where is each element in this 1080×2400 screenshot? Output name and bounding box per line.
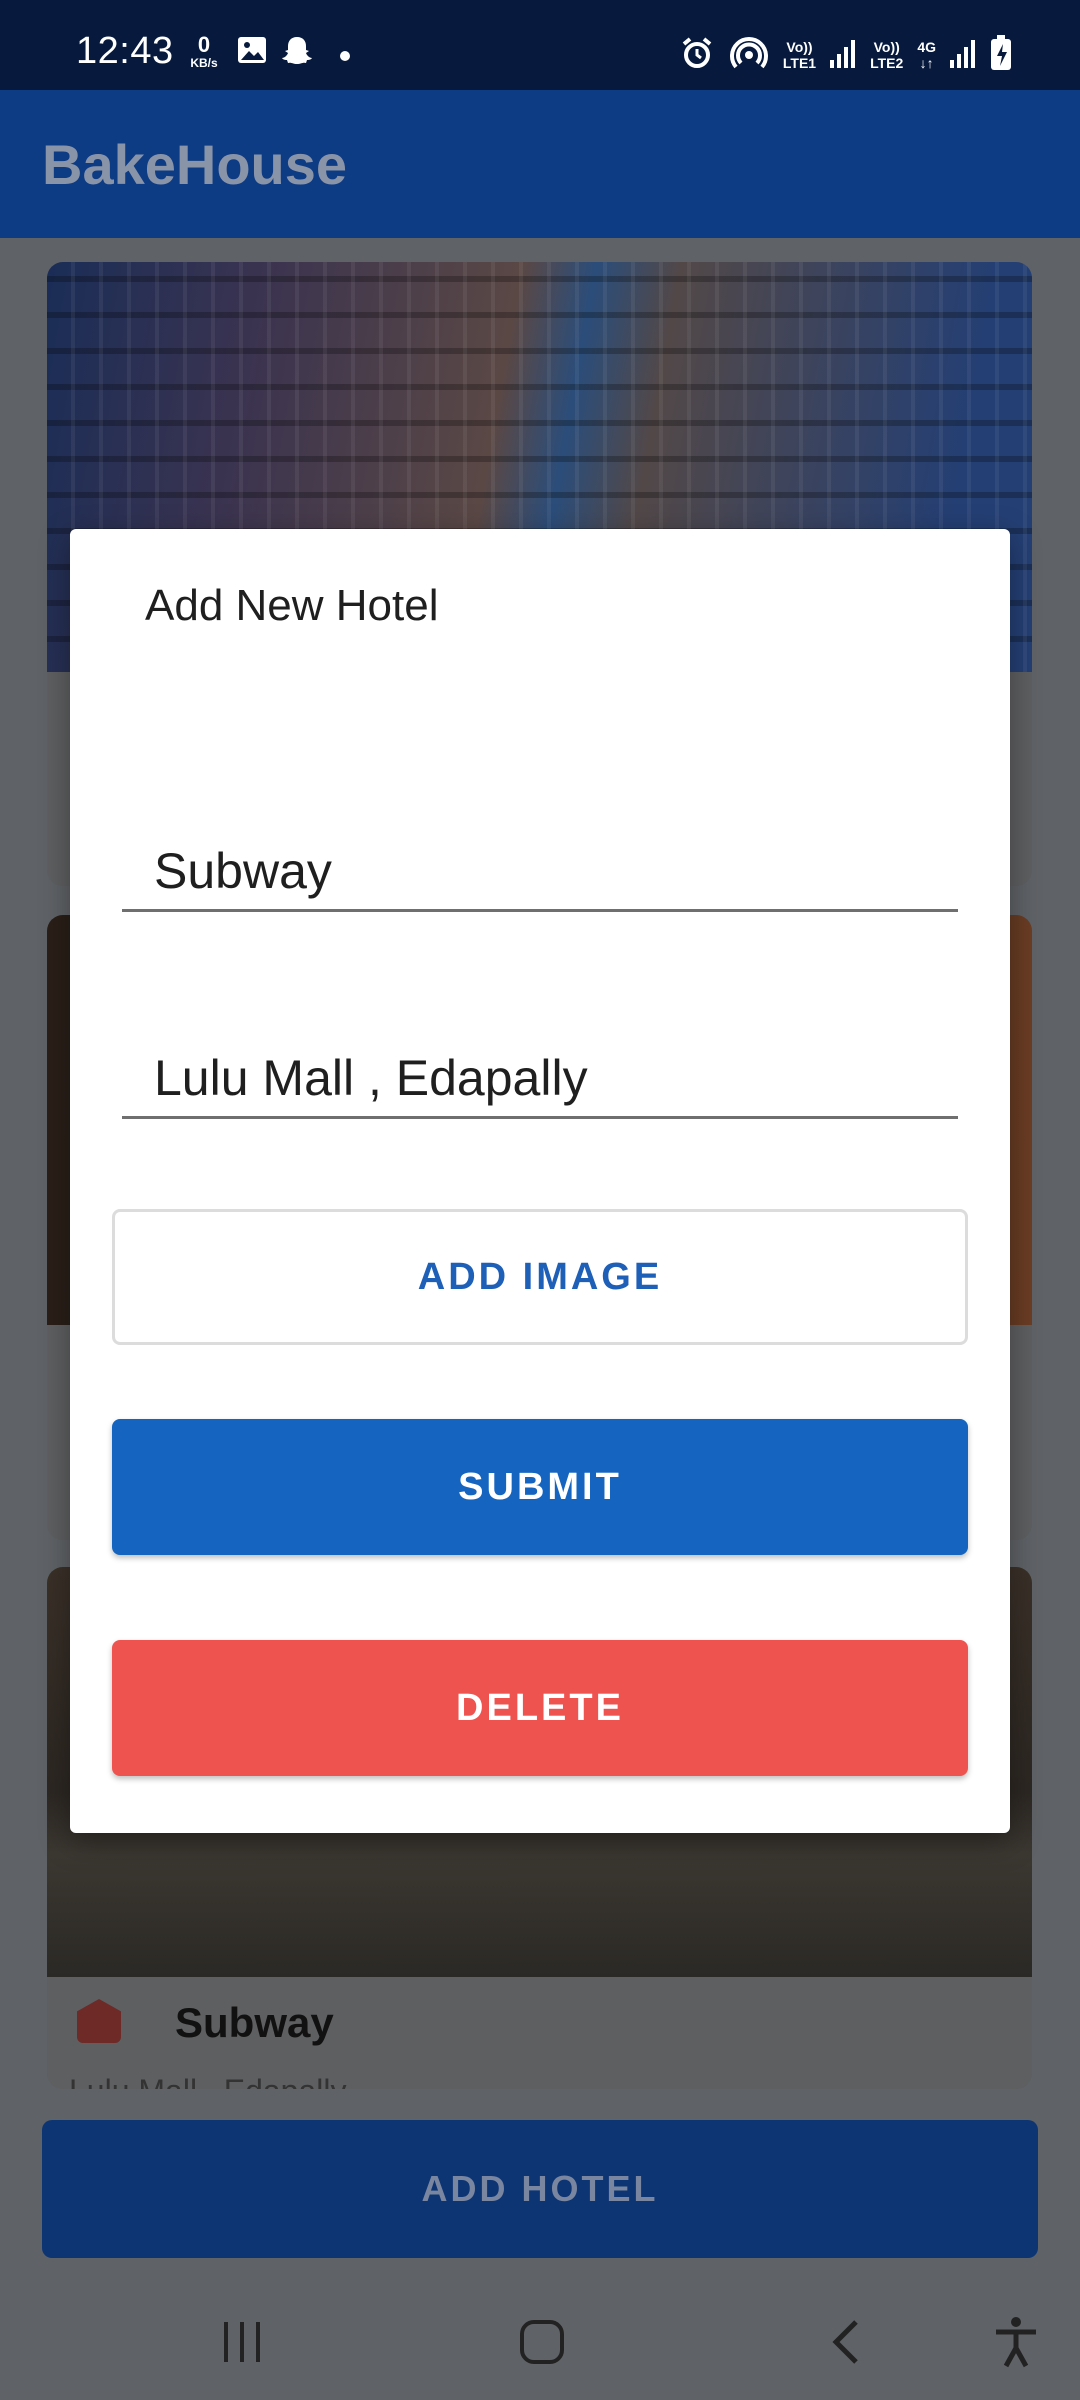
volte2-label: Vo)) [873,39,900,55]
hotel-card-title: Subway [175,1999,334,2046]
status-right-icons: Vo)) LTE1 Vo)) LTE2 4G ↓↑ [679,30,1012,80]
hotspot-icon [729,33,769,78]
hotel-name-input[interactable] [122,812,958,909]
sim1-label: Vo)) LTE1 [783,39,816,71]
lte1-label: LTE1 [782,55,817,71]
network-type: 4G ↓↑ [917,39,936,71]
add-image-button[interactable]: ADD IMAGE [112,1209,968,1345]
accessibility-icon[interactable] [986,2312,1046,2372]
sim2-label: Vo)) LTE2 [870,39,903,71]
delete-button[interactable]: DELETE [112,1640,968,1776]
add-hotel-dialog: Add New Hotel [70,529,1010,1833]
hotel-card-location: Lulu Mall , Edapally [69,2073,346,2089]
gallery-icon [236,34,268,71]
volte1-label: Vo)) [786,39,813,55]
submit-button[interactable]: SUBMIT [112,1419,968,1555]
hotel-location-input[interactable] [122,1019,958,1116]
network-type-label: 4G [917,39,936,55]
notification-dot-icon [340,48,350,66]
add-hotel-button[interactable]: ADD HOTEL [42,2120,1038,2258]
app-bar: BakeHouse [0,90,1080,238]
hotel-location-field [122,1019,958,1119]
status-bar: 12:43 0 KB/s Vo)) LTE1 Vo)) LTE2 4G ↓↑ [0,0,1080,90]
snapchat-icon [280,34,314,73]
recent-apps-icon[interactable] [212,2312,272,2372]
net-speed: 0 KB/s [184,32,224,71]
net-speed-unit: KB/s [190,56,218,70]
app-title: BakeHouse [42,133,348,196]
dialog-title: Add New Hotel [145,581,439,630]
alarm-icon [679,35,715,76]
home-icon[interactable] [512,2312,572,2372]
hotel-name-field [122,812,958,912]
status-time: 12:43 [76,30,174,72]
battery-charging-icon [990,34,1012,76]
net-speed-value: 0 [197,32,211,57]
signal2-icon [950,38,976,73]
navigation-bar [0,2280,1080,2400]
back-icon[interactable] [816,2312,876,2372]
lte2-label: LTE2 [870,55,904,71]
signal1-icon [830,38,856,73]
